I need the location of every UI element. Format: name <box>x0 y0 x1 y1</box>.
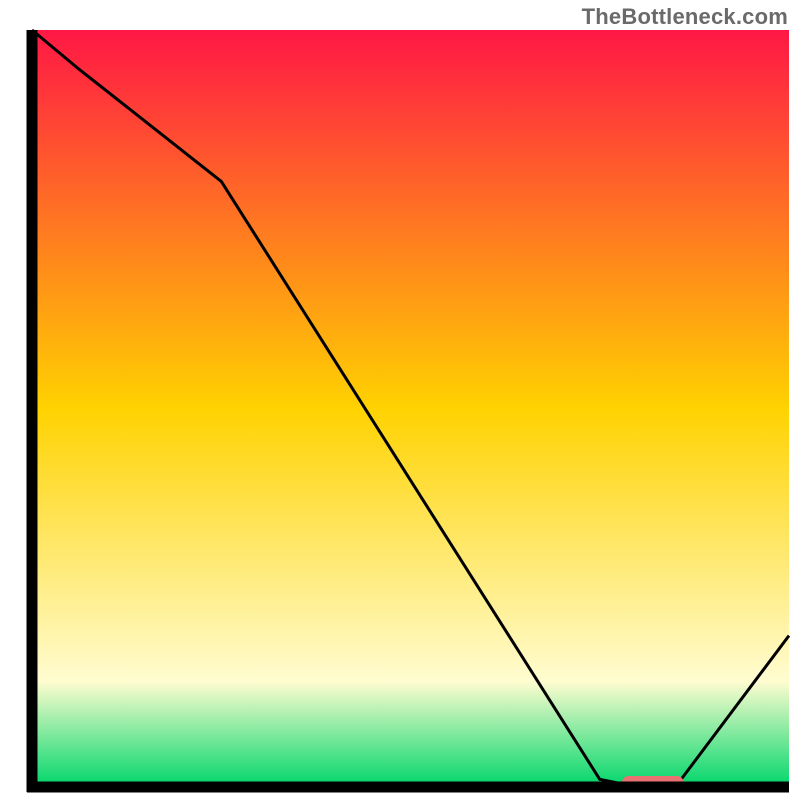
chart-container: { "attribution": "TheBottleneck.com", "c… <box>0 0 800 800</box>
bottleneck-chart <box>0 0 800 800</box>
plot-gradient <box>32 30 789 787</box>
